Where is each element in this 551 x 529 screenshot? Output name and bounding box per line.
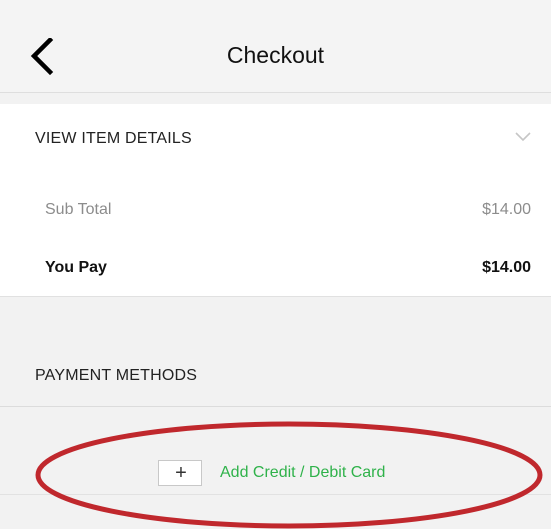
view-item-details-label: VIEW ITEM DETAILS xyxy=(35,130,192,147)
chevron-down-icon xyxy=(515,132,531,142)
section-divider xyxy=(0,406,551,407)
view-item-details-toggle[interactable]: VIEW ITEM DETAILS xyxy=(0,104,551,170)
subtotal-label: Sub Total xyxy=(45,201,112,218)
bottom-divider xyxy=(0,494,551,495)
plus-icon: + xyxy=(158,460,202,486)
checkout-screen: Checkout VIEW ITEM DETAILS Sub Total $14… xyxy=(0,0,551,529)
you-pay-label: You Pay xyxy=(45,259,107,276)
page-title: Checkout xyxy=(226,42,325,68)
plus-glyph: + xyxy=(175,462,187,484)
top-bar: Checkout xyxy=(0,0,551,93)
you-pay-value: $14.00 xyxy=(482,259,531,276)
order-summary-card: VIEW ITEM DETAILS Sub Total $14.00 You P… xyxy=(0,104,551,297)
add-card-label: Add Credit / Debit Card xyxy=(220,464,386,481)
subtotal-value: $14.00 xyxy=(482,201,531,218)
payment-methods-header: PAYMENT METHODS xyxy=(35,367,198,384)
